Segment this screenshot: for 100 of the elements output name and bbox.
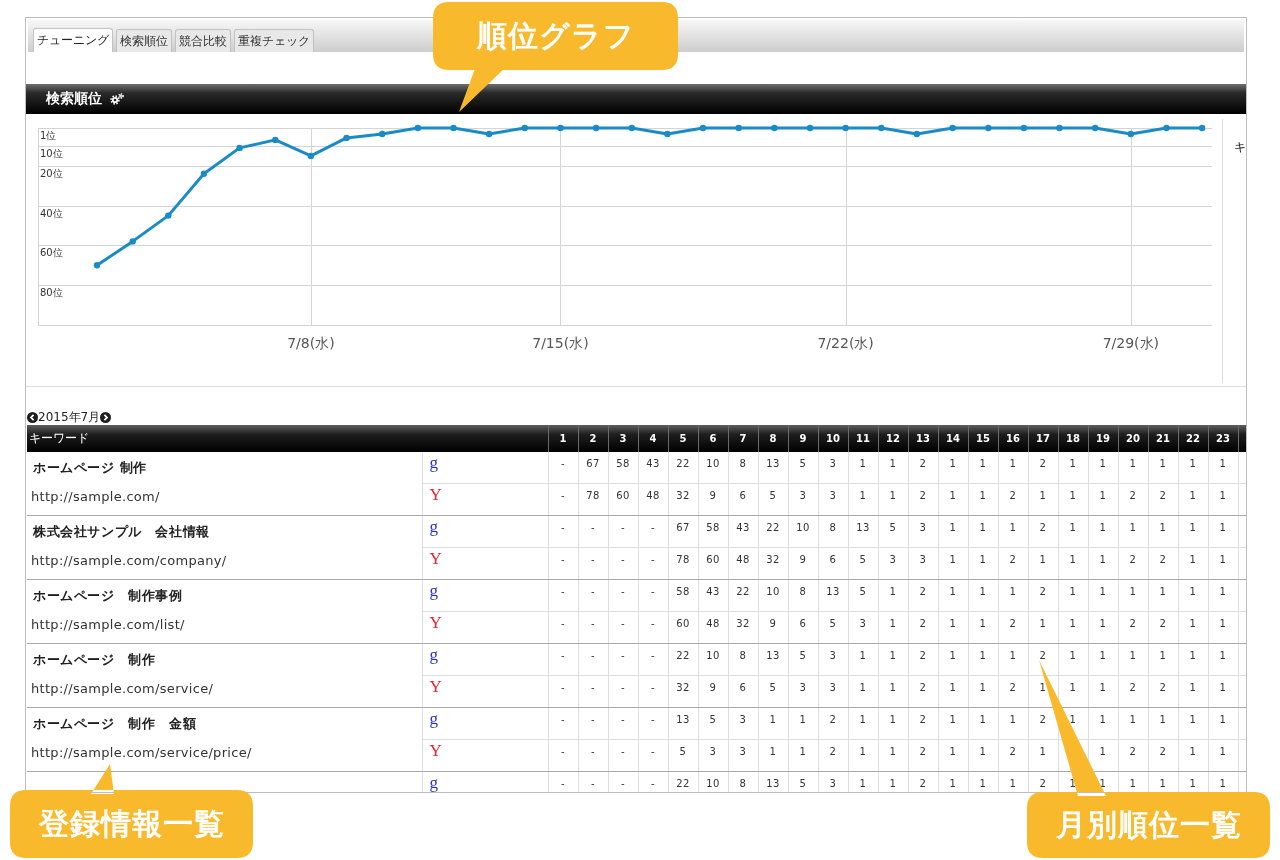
table-cell: 1 [998,452,1028,484]
y-axis-label: 10位 [40,148,63,159]
table-cell: 2 [1148,739,1178,772]
search-engine-mark: Y [429,550,442,568]
table-cell: 1 [1178,515,1208,548]
table-cell: 1 [1088,707,1118,740]
table-cell: 43 [638,452,668,484]
table-cell: 2 [908,483,938,516]
table-cell: 67 [578,452,608,484]
table-cell: 1 [758,707,788,740]
table-cell: - [578,643,608,676]
y-axis-label: 80位 [40,287,63,298]
table-cell: 1 [1058,452,1088,484]
table-cell: - [548,611,578,644]
table-cell: 1 [878,579,908,612]
table-cell: - [638,739,668,772]
table-cell: 1 [968,483,998,516]
data-point [557,124,564,132]
column-header: 17 [1028,425,1058,452]
table-cell: 58 [608,452,638,484]
search-engine-mark: g [429,710,438,728]
data-point [985,124,992,132]
data-point [236,144,243,152]
table-cell: 1 [1058,483,1088,516]
gears-icon[interactable] [110,93,124,105]
table-cell: 1 [1058,515,1088,548]
table-cell: - [638,643,668,676]
table-cell: - [608,771,638,792]
table-cell: 5 [668,739,698,772]
data-point [1198,124,1206,132]
table-cell: 1 [1058,643,1088,676]
data-point [200,170,208,177]
table-cell: 1 [1028,483,1058,516]
table-cell: 1 [938,643,968,676]
table-cell: 10 [698,452,728,484]
table-cell: 13 [818,579,848,612]
table-cell: 1 [848,483,878,516]
data-point [1163,124,1170,132]
table-cell: 5 [788,643,818,676]
table-cell: 2 [1028,452,1058,484]
table-cell: 2 [908,643,938,676]
table-cell: 3 [818,483,848,516]
table-cell: 1 [878,675,908,708]
table-cell: 5 [848,547,878,580]
table-cell: 1 [1178,483,1208,516]
table-cell: 3 [908,515,938,548]
column-header: 5 [668,425,698,452]
y-axis-label: 60位 [40,247,63,258]
table-cell: 32 [728,611,758,644]
table-cell: 1 [1178,675,1208,708]
data-point [771,124,778,132]
table-cell: 2 [1148,483,1178,516]
table-cell: 60 [668,611,698,644]
table-cell: 3 [818,771,848,792]
tab[interactable]: 検索順位 [116,29,172,52]
table-cell: 3 [908,547,938,580]
y-axis-label: 1位 [40,130,57,141]
chevron-left-circle-icon[interactable] [27,411,38,423]
table-cell: 1 [878,452,908,484]
table-cell: 60 [608,483,638,516]
table-cell: 9 [698,675,728,708]
table-cell: 10 [758,579,788,612]
callout-label: 登録情報一覧 [38,804,225,843]
table-cell: - [608,611,638,644]
column-header: キーワード [27,425,548,452]
table-cell: 1 [1208,739,1238,772]
keyword-text: ホームページ 制作 金額 [32,715,197,733]
table-cell: 1 [968,675,998,708]
table-cell: - [578,739,608,772]
table-cell: 2 [998,483,1028,516]
table-cell: 1 [968,579,998,612]
tab[interactable]: チューニング [33,28,113,52]
table-cell: 13 [758,643,788,676]
table-cell: 2 [1118,611,1148,644]
table-cell: 1 [1178,707,1208,740]
column-header: 22 [1178,425,1208,452]
search-engine-mark: Y [429,486,442,504]
table-cell: - [608,515,638,548]
tab[interactable]: 重複チェック [234,29,314,52]
chevron-right-circle-icon[interactable] [100,411,112,423]
tab[interactable]: 競合比較 [175,29,231,52]
data-point [878,124,885,132]
table-cell: - [608,643,638,676]
table-cell: 1 [1208,452,1238,484]
table-cell: - [638,579,668,612]
table-cell: 5 [698,707,728,740]
table-cell: 1 [1028,547,1058,580]
table-cell: 3 [698,739,728,772]
table-cell: 2 [1148,675,1178,708]
table-cell: 1 [938,515,968,548]
table-cell: 3 [818,675,848,708]
table-cell: 1 [1088,483,1118,516]
table-cell: 1 [1148,579,1178,612]
table-cell: 8 [818,515,848,548]
table-cell: 13 [668,707,698,740]
table-cell: 10 [788,515,818,548]
keyword-text: 株式会社サンプル 会社情報 [32,523,210,541]
table-cell: 1 [1208,707,1238,740]
column-header: 20 [1118,425,1148,452]
data-point [450,124,457,132]
